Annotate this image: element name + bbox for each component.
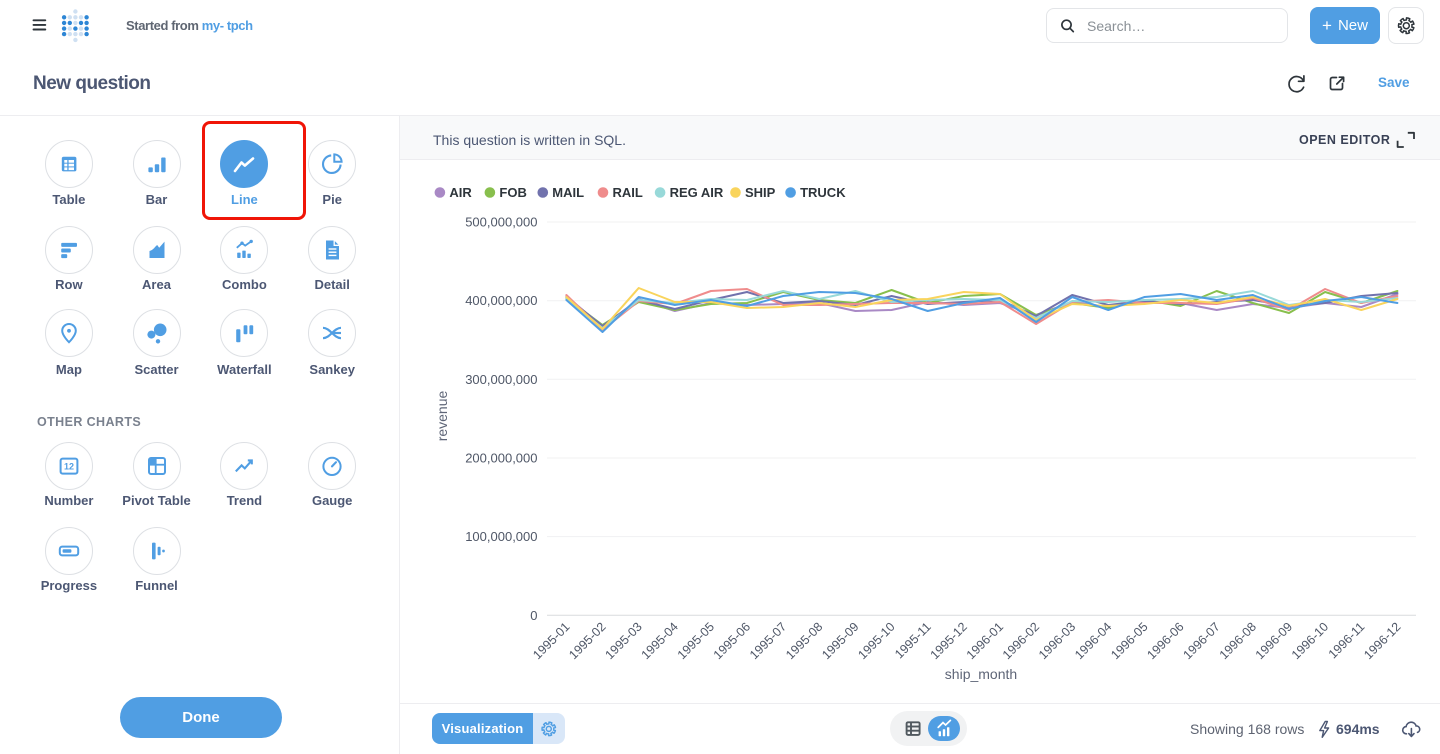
svg-text:1996-02: 1996-02 [1000,620,1042,662]
svg-text:1996-03: 1996-03 [1036,620,1078,662]
svg-text:1995-01: 1995-01 [530,620,572,662]
svg-text:400,000,000: 400,000,000 [465,293,537,308]
svg-text:1996-04: 1996-04 [1072,620,1114,662]
svg-text:1995-03: 1995-03 [602,620,644,662]
svg-text:1996-07: 1996-07 [1180,620,1222,662]
svg-text:revenue: revenue [434,390,450,441]
svg-text:1996-09: 1996-09 [1253,620,1295,662]
svg-text:1995-04: 1995-04 [639,620,681,662]
svg-text:1995-09: 1995-09 [819,620,861,662]
svg-text:1996-05: 1996-05 [1108,620,1150,662]
svg-text:ship_month: ship_month [945,666,1017,682]
svg-text:SHIP: SHIP [745,185,776,200]
svg-text:MAIL: MAIL [552,185,584,200]
svg-text:1995-11: 1995-11 [892,620,934,662]
svg-text:0: 0 [530,608,537,623]
svg-text:500,000,000: 500,000,000 [465,215,537,230]
svg-text:1996-12: 1996-12 [1361,620,1403,662]
svg-text:12: 12 [64,462,74,472]
svg-text:AIR: AIR [449,185,472,200]
svg-text:100,000,000: 100,000,000 [465,529,537,544]
svg-text:FOB: FOB [499,185,526,200]
svg-text:REG AIR: REG AIR [670,185,724,200]
svg-text:1996-01: 1996-01 [964,620,1006,662]
svg-text:1995-08: 1995-08 [783,620,825,662]
svg-text:1995-07: 1995-07 [747,620,789,662]
svg-text:1995-06: 1995-06 [711,620,753,662]
svg-text:1995-10: 1995-10 [855,620,897,662]
svg-text:RAIL: RAIL [613,185,643,200]
svg-text:300,000,000: 300,000,000 [465,372,537,387]
svg-text:1996-06: 1996-06 [1144,620,1186,662]
svg-text:1995-12: 1995-12 [928,620,970,662]
svg-text:200,000,000: 200,000,000 [465,451,537,466]
svg-text:1996-08: 1996-08 [1217,620,1259,662]
svg-text:TRUCK: TRUCK [800,185,846,200]
svg-text:1996-11: 1996-11 [1326,620,1368,662]
svg-text:1996-10: 1996-10 [1289,620,1331,662]
svg-text:1995-02: 1995-02 [566,620,608,662]
svg-text:1995-05: 1995-05 [675,620,717,662]
